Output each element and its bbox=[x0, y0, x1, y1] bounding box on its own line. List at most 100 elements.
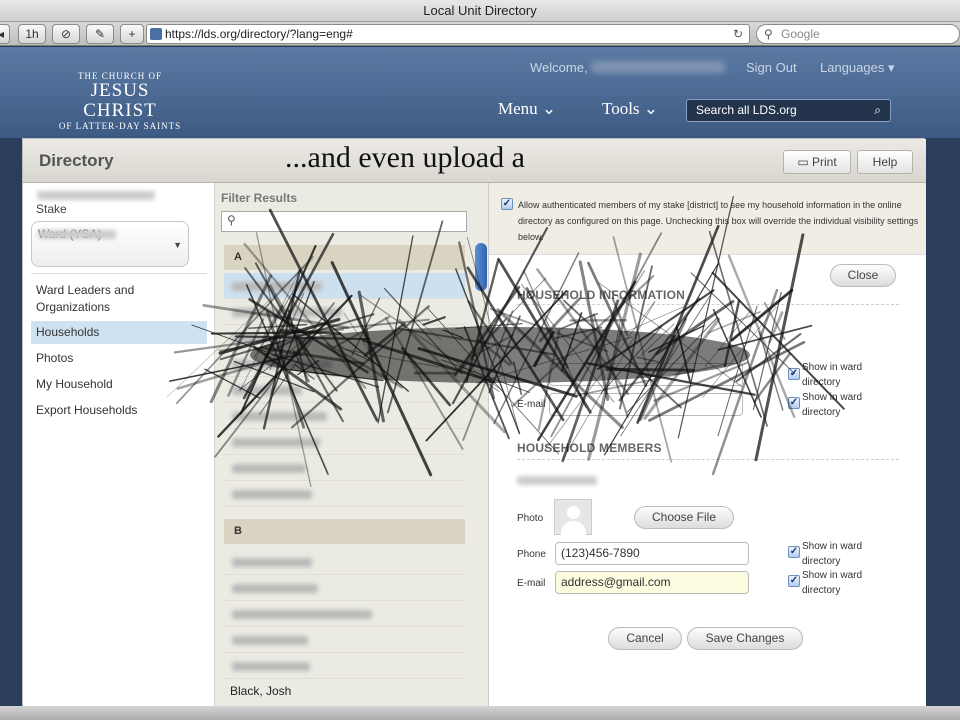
name-redacted bbox=[232, 412, 327, 421]
list-item[interactable] bbox=[224, 575, 465, 601]
languages-menu[interactable]: Languages ▾ bbox=[820, 60, 894, 76]
letter-header-a: A bbox=[224, 245, 465, 270]
list-item[interactable] bbox=[224, 455, 465, 481]
household-information-heading: HOUSEHOLD INFORMATION bbox=[517, 288, 685, 302]
print-button[interactable]: ▭ Print bbox=[783, 150, 851, 174]
show-in-ward-text: Show in ward directory bbox=[802, 362, 863, 388]
household-email-label: E-mail bbox=[517, 399, 546, 410]
save-changes-button[interactable]: Save Changes bbox=[687, 627, 803, 650]
sidebar-item-ward-leaders[interactable]: Ward Leaders and Organizations bbox=[31, 279, 181, 319]
url-bar[interactable]: https://lds.org/directory/?lang=eng# ↻ bbox=[146, 24, 750, 44]
name-redacted bbox=[232, 490, 312, 499]
list-item[interactable] bbox=[224, 627, 465, 653]
list-item[interactable] bbox=[224, 403, 465, 429]
section-divider bbox=[517, 459, 899, 460]
site-search-input[interactable]: Search all LDS.org ⌕ bbox=[686, 99, 891, 122]
page-title: Directory bbox=[39, 151, 114, 170]
list-item[interactable] bbox=[224, 377, 465, 403]
search-icon: ⚲ bbox=[227, 213, 236, 227]
site-header: THE CHURCH OF JESUS CHRIST OF LATTER-DAY… bbox=[0, 47, 960, 138]
email-field[interactable]: address@gmail.com bbox=[555, 571, 749, 594]
member-name-redacted bbox=[517, 476, 597, 485]
window-bottom-edge bbox=[0, 706, 960, 720]
household-detail: ✓ Allow authenticated members of my stak… bbox=[489, 183, 926, 707]
household-phone-field[interactable] bbox=[549, 363, 743, 386]
list-item[interactable] bbox=[224, 351, 465, 377]
back-icon[interactable]: ◂ bbox=[0, 24, 10, 44]
list-item[interactable] bbox=[224, 325, 465, 351]
name-redacted bbox=[232, 636, 308, 645]
filter-search-input[interactable]: ⚲ bbox=[221, 211, 467, 232]
list-item[interactable] bbox=[224, 549, 465, 575]
filter-results-label: Filter Results bbox=[221, 191, 298, 205]
ward-name-redacted bbox=[38, 230, 116, 239]
sidebar-item-my-household[interactable]: My Household bbox=[31, 373, 207, 396]
evernote-icon[interactable]: ✎ bbox=[86, 24, 114, 44]
list-item[interactable] bbox=[224, 481, 465, 507]
checkbox-icon[interactable]: ✓ bbox=[788, 546, 800, 558]
list-item[interactable] bbox=[224, 601, 465, 627]
photo-label: Photo bbox=[517, 513, 544, 524]
name-redacted bbox=[232, 282, 322, 291]
show-in-ward-text: Show in ward directory bbox=[802, 541, 863, 567]
help-button[interactable]: Help bbox=[857, 150, 913, 174]
video-caption: ...and even upload a bbox=[285, 141, 525, 174]
logo-line-3: OF LATTER-DAY SAINTS bbox=[58, 121, 182, 131]
church-logo[interactable]: THE CHURCH OF JESUS CHRIST OF LATTER-DAY… bbox=[52, 71, 188, 131]
stake-name-redacted bbox=[37, 191, 155, 200]
window-title: Local Unit Directory bbox=[0, 0, 960, 22]
checkbox-icon[interactable]: ✓ bbox=[501, 198, 513, 210]
sign-out-link[interactable]: Sign Out bbox=[746, 60, 797, 75]
browser-search-input[interactable]: ⚲ Google bbox=[756, 24, 960, 44]
checkbox-icon[interactable]: ✓ bbox=[788, 575, 800, 587]
list-item[interactable] bbox=[224, 653, 465, 679]
show-in-ward-text: Show in ward directory bbox=[802, 570, 863, 596]
name-redacted bbox=[232, 334, 312, 343]
sidebar: Stake Ward (YSA) ▼ Ward Leaders and Orga… bbox=[23, 183, 215, 707]
scrollbar-thumb[interactable] bbox=[475, 243, 487, 291]
close-button[interactable]: Close bbox=[830, 264, 896, 287]
search-icon: ⚲ bbox=[764, 27, 773, 41]
user-name-redacted bbox=[591, 61, 725, 73]
site-search-placeholder: Search all LDS.org bbox=[696, 103, 797, 117]
ward-select[interactable]: Ward (YSA) ▼ bbox=[31, 221, 189, 267]
add-tab-icon[interactable]: + bbox=[120, 24, 144, 44]
printer-icon: ▭ bbox=[797, 155, 812, 169]
name-redacted bbox=[232, 438, 320, 447]
household-email-field[interactable] bbox=[549, 393, 743, 416]
stop-icon[interactable]: ⊘ bbox=[52, 24, 80, 44]
choose-file-button[interactable]: Choose File bbox=[634, 506, 734, 529]
reload-icon[interactable]: ↻ bbox=[733, 25, 743, 43]
tools-dropdown[interactable]: Tools ⌄ bbox=[602, 99, 658, 119]
letter-header-b: B bbox=[224, 519, 465, 544]
member-email-label: E-mail bbox=[517, 578, 546, 589]
list-item[interactable]: Black, Josh bbox=[224, 679, 465, 703]
authorization-text: Allow authenticated members of my stake … bbox=[518, 200, 919, 242]
list-item[interactable] bbox=[224, 299, 465, 325]
menu-dropdown[interactable]: Menu ⌄ bbox=[498, 99, 556, 119]
sidebar-item-export-households[interactable]: Export Households bbox=[31, 399, 207, 422]
name-redacted bbox=[232, 558, 312, 567]
logo-line-2: JESUS CHRIST bbox=[83, 80, 157, 121]
cancel-button[interactable]: Cancel bbox=[608, 627, 682, 650]
list-item[interactable] bbox=[224, 429, 465, 455]
search-icon[interactable]: ⌕ bbox=[874, 100, 881, 121]
url-text: https://lds.org/directory/?lang=eng# bbox=[165, 27, 353, 41]
name-redacted bbox=[232, 464, 306, 473]
checkbox-icon[interactable]: ✓ bbox=[788, 368, 800, 380]
sidebar-item-households[interactable]: Households bbox=[31, 321, 207, 344]
person-placeholder-icon bbox=[554, 499, 592, 535]
household-members-heading: HOUSEHOLD MEMBERS bbox=[517, 441, 662, 455]
nav-divider bbox=[31, 273, 207, 274]
checkbox-icon[interactable]: ✓ bbox=[788, 397, 800, 409]
directory-panel: Directory ...and even upload a ▭ Print H… bbox=[22, 138, 926, 707]
browser-toolbar: ◂ 1h ⊘ ✎ + https://lds.org/directory/?la… bbox=[0, 22, 960, 46]
panel-header: Directory ...and even upload a ▭ Print H… bbox=[23, 139, 926, 183]
history-button[interactable]: 1h bbox=[18, 24, 46, 44]
phone-field[interactable]: (123)456-7890 bbox=[555, 542, 749, 565]
list-item[interactable] bbox=[224, 273, 465, 299]
filter-results-column: Filter Results ⚲ A B Black, Josh bbox=[215, 183, 489, 707]
name-redacted bbox=[232, 662, 310, 671]
name-redacted bbox=[232, 360, 332, 369]
sidebar-item-photos[interactable]: Photos bbox=[31, 347, 207, 370]
